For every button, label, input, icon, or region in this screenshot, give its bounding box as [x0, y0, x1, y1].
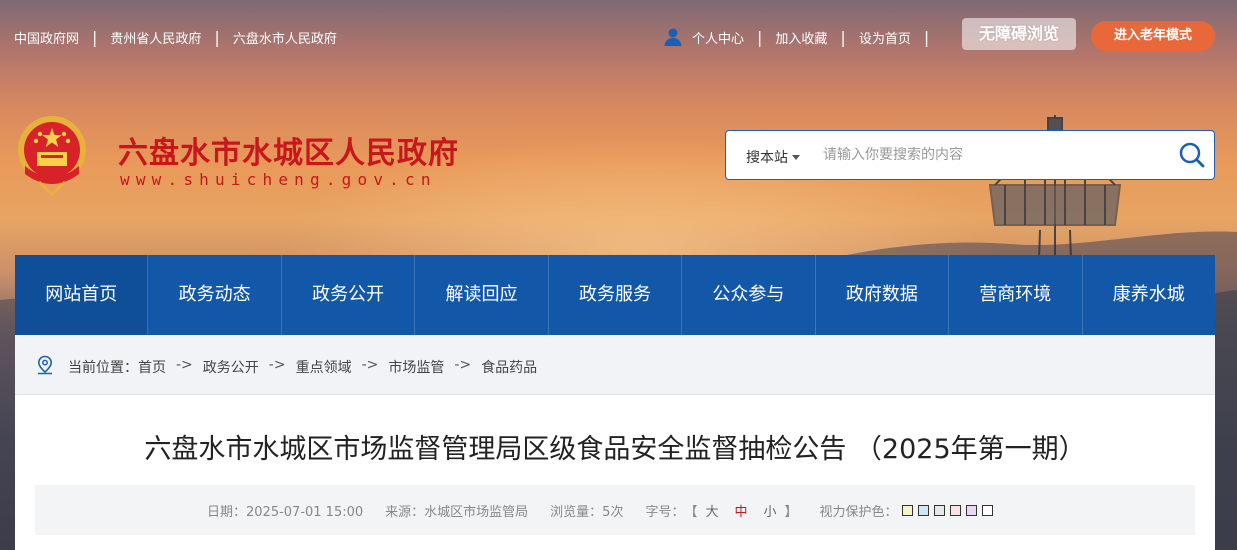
font-size-label: 字号：: [645, 505, 685, 520]
search-icon[interactable]: [1178, 141, 1206, 169]
nav-news[interactable]: 政务动态: [148, 255, 282, 335]
search-scope-dropdown[interactable]: 搜本站: [746, 147, 800, 167]
font-size-bracket-close: 】: [784, 505, 798, 520]
font-size-bracket-open: 【: [684, 505, 698, 520]
breadcrumb-open-government[interactable]: 政务公开: [203, 357, 259, 377]
top-link-liupanshui[interactable]: 六盘水市人民政府: [233, 28, 337, 47]
search-input[interactable]: [823, 141, 1163, 169]
top-link-gov[interactable]: 中国政府网: [14, 28, 79, 47]
nav-business[interactable]: 营商环境: [949, 255, 1083, 335]
top-link-guizhou[interactable]: 贵州省人民政府: [110, 28, 201, 47]
top-bar: 中国政府网 | 贵州省人民政府 | 六盘水市人民政府 个人中心 | 加入收藏 |…: [0, 0, 1237, 70]
divider: |: [923, 27, 930, 47]
eye-color-swatches: [901, 505, 998, 516]
add-favorite-link[interactable]: 加入收藏: [775, 28, 827, 47]
font-size-small[interactable]: 小: [764, 501, 777, 520]
breadcrumb-arrow: ->: [454, 357, 472, 373]
font-size-large[interactable]: 大: [705, 501, 718, 520]
user-icon: [664, 28, 682, 46]
accessibility-button[interactable]: 无障碍浏览: [962, 18, 1076, 50]
nav-wellness[interactable]: 康养水城: [1083, 255, 1215, 335]
set-homepage-link[interactable]: 设为首页: [859, 28, 911, 47]
article-title: 六盘水市水城区市场监督管理局区级食品安全监督抽检公告 （2025年第一期）: [144, 434, 1086, 465]
eye-color-swatch[interactable]: [917, 505, 929, 516]
breadcrumb: 当前位置： 首页 -> 政务公开 -> 重点领域 -> 市场监管 -> 食品药品: [15, 335, 1215, 395]
divider: |: [757, 27, 763, 47]
divider: |: [840, 27, 846, 47]
eye-color-swatch[interactable]: [901, 505, 913, 516]
search-scope-label: 搜本站: [746, 150, 788, 166]
user-links: 个人中心 | 加入收藏 | 设为首页 |: [663, 27, 942, 47]
article-meta: 日期：2025-07-01 15:00 来源：水城区市场监管局 浏览量：5次 字…: [35, 485, 1195, 535]
top-links: 中国政府网 | 贵州省人民政府 | 六盘水市人民政府: [14, 28, 337, 47]
eye-color-swatch[interactable]: [981, 505, 993, 516]
nav-gov-data[interactable]: 政府数据: [816, 255, 950, 335]
breadcrumb-home[interactable]: 首页: [138, 357, 166, 377]
eye-color-swatch[interactable]: [933, 505, 945, 516]
personal-center-link[interactable]: 个人中心: [692, 28, 744, 47]
breadcrumb-arrow: ->: [361, 357, 379, 373]
article-source: 来源：水城区市场监管局: [385, 505, 529, 520]
main-nav: 网站首页 政务动态 政务公开 解读回应 政务服务 公众参与 政府数据 营商环境 …: [15, 255, 1215, 335]
breadcrumb-market-regulation[interactable]: 市场监管: [388, 357, 444, 377]
national-emblem-icon: [18, 116, 86, 196]
nav-interpretation[interactable]: 解读回应: [415, 255, 549, 335]
divider: |: [92, 28, 98, 47]
location-pin-icon: [37, 355, 53, 375]
article-container: 当前位置： 首页 -> 政务公开 -> 重点领域 -> 市场监管 -> 食品药品…: [15, 335, 1215, 550]
site-title: 六盘水市水城区人民政府: [118, 136, 459, 171]
divider: |: [214, 28, 220, 47]
site-url: www.shuicheng.gov.cn: [120, 170, 437, 189]
nav-participation[interactable]: 公众参与: [682, 255, 816, 335]
breadcrumb-food-drug[interactable]: 食品药品: [481, 357, 537, 377]
breadcrumb-arrow: ->: [176, 357, 193, 373]
breadcrumb-trail: 当前位置： 首页 -> 政务公开 -> 重点领域 -> 市场监管 -> 食品药品: [68, 357, 537, 377]
nav-services[interactable]: 政务服务: [549, 255, 683, 335]
search-box: 搜本站: [725, 130, 1215, 180]
font-size-medium[interactable]: 中: [735, 501, 748, 520]
article-date: 日期：2025-07-01 15:00: [207, 505, 364, 520]
nav-open-government[interactable]: 政务公开: [282, 255, 416, 335]
elder-mode-button[interactable]: 进入老年模式: [1091, 21, 1215, 51]
eye-protection-label: 视力保护色：: [819, 505, 898, 520]
article-views: 浏览量：5次: [550, 505, 624, 520]
breadcrumb-key-areas[interactable]: 重点领域: [296, 357, 352, 377]
breadcrumb-label: 当前位置：: [68, 360, 138, 376]
caret-down-icon: [792, 154, 800, 160]
eye-color-swatch[interactable]: [965, 505, 977, 516]
nav-home[interactable]: 网站首页: [15, 255, 149, 335]
breadcrumb-arrow: ->: [268, 357, 286, 373]
eye-color-swatch[interactable]: [949, 505, 961, 516]
